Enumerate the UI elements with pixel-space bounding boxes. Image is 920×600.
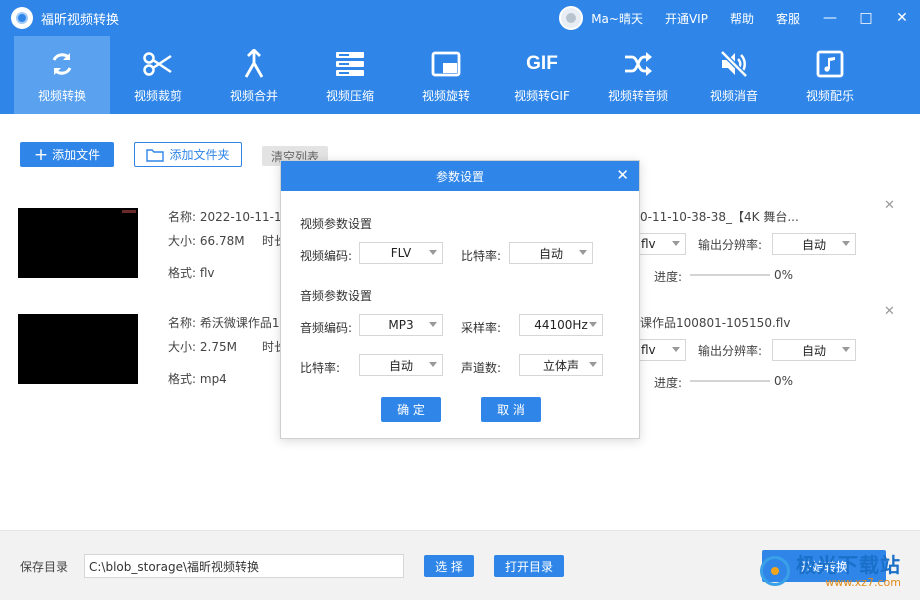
params-dialog: 参数设置 ✕ 视频参数设置 视频编码: FLV 比特率: 自动 音频参数设置 音… [280, 160, 640, 439]
audio-bitrate-select[interactable]: 自动 [359, 354, 443, 376]
video-codec-select[interactable]: FLV [359, 242, 443, 264]
cancel-button[interactable]: 取 消 [481, 397, 541, 422]
sample-rate-select[interactable]: 44100Hz [519, 314, 603, 336]
video-section-title: 视频参数设置 [300, 217, 373, 231]
video-bitrate-label: 比特率: [461, 249, 502, 263]
confirm-button[interactable]: 确 定 [381, 397, 441, 422]
video-codec-label: 视频编码: [300, 249, 353, 263]
dialog-title: 参数设置 [435, 169, 484, 184]
channels-label: 声道数: [461, 361, 502, 375]
sample-rate-label: 采样率: [461, 321, 502, 335]
audio-codec-label: 音频编码: [300, 321, 353, 335]
dialog-close-button[interactable]: ✕ [616, 166, 629, 184]
channels-select[interactable]: 立体声 [519, 354, 603, 376]
audio-section-title: 音频参数设置 [300, 289, 373, 303]
dialog-header: 参数设置 ✕ [281, 161, 639, 191]
audio-bitrate-label: 比特率: [300, 361, 341, 375]
audio-codec-select[interactable]: MP3 [359, 314, 443, 336]
video-bitrate-select[interactable]: 自动 [509, 242, 593, 264]
